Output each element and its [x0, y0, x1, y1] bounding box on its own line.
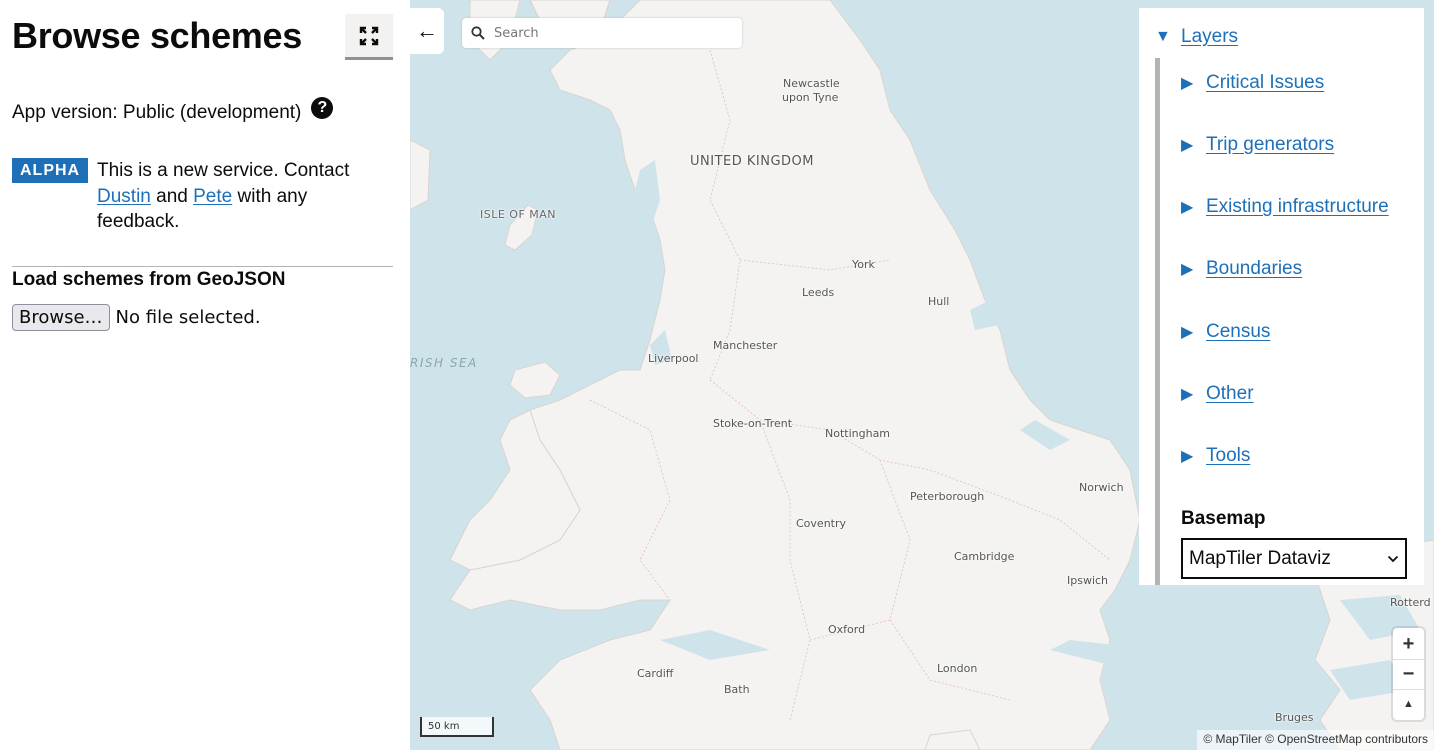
scale-bar: 50 km	[420, 717, 494, 737]
layer-label: Other	[1206, 383, 1254, 404]
layers-title: Layers	[1181, 26, 1239, 47]
file-status: No file selected.	[115, 307, 261, 328]
place-liverpool: Liverpool	[648, 352, 699, 365]
triangle-right-icon: ▶	[1181, 448, 1194, 465]
search-icon	[471, 26, 485, 40]
sidebar-panel: Browse schemes App version: Public (deve…	[0, 0, 410, 750]
map-attribution: © MapTiler © OpenStreetMap contributors	[1197, 730, 1434, 752]
basemap-selected-value: MapTiler Dataviz	[1189, 547, 1331, 569]
layer-trip-generators[interactable]: ▶ Trip generators	[1181, 134, 1334, 156]
place-newcastle-2: upon Tyne	[782, 91, 839, 104]
zoom-out-button[interactable]: −	[1393, 659, 1424, 689]
layers-indent-border	[1155, 58, 1160, 585]
place-newcastle-1: Newcastle	[783, 77, 840, 90]
phase-banner-text: This is a new service. Contact Dustin an…	[97, 158, 367, 235]
place-rotterdam: Rotterd	[1390, 596, 1431, 609]
fullscreen-button[interactable]	[345, 14, 393, 60]
layer-label: Trip generators	[1206, 134, 1335, 155]
app-version: App version: Public (development) ?	[12, 97, 334, 125]
place-stoke-on-trent: Stoke-on-Trent	[713, 417, 793, 430]
section-divider	[12, 266, 393, 267]
back-button[interactable]: ←	[410, 8, 444, 54]
layer-census[interactable]: ▶ Census	[1181, 321, 1270, 343]
layer-other[interactable]: ▶ Other	[1181, 383, 1254, 405]
compass-icon: ▲	[1403, 698, 1414, 710]
fullscreen-icon	[359, 26, 379, 45]
place-irish-sea: RISH SEA	[410, 356, 478, 370]
place-peterborough: Peterborough	[910, 490, 985, 503]
triangle-right-icon: ▶	[1181, 137, 1194, 154]
page-title: Browse schemes	[12, 15, 302, 56]
layer-label: Census	[1206, 321, 1271, 342]
triangle-right-icon: ▶	[1181, 386, 1194, 403]
place-london: London	[937, 662, 978, 675]
layer-label: Existing infrastructure	[1206, 196, 1389, 217]
place-york: York	[852, 258, 875, 271]
search-input[interactable]	[492, 24, 736, 42]
place-leeds: Leeds	[802, 286, 835, 299]
triangle-right-icon: ▶	[1181, 199, 1194, 216]
triangle-down-icon: ▼	[1155, 28, 1171, 45]
compass-button[interactable]: ▲	[1393, 689, 1424, 719]
layer-label: Critical Issues	[1206, 72, 1325, 93]
zoom-controls: + − ▲	[1393, 628, 1424, 720]
chevron-down-icon	[1387, 555, 1399, 562]
app-version-text: App version: Public (development)	[12, 102, 302, 123]
triangle-right-icon: ▶	[1181, 75, 1194, 92]
search-box[interactable]	[462, 18, 742, 48]
basemap-select[interactable]: MapTiler Dataviz	[1181, 538, 1407, 579]
layers-toggle[interactable]: ▼ Layers	[1155, 26, 1238, 48]
place-ipswich: Ipswich	[1067, 574, 1109, 587]
triangle-right-icon: ▶	[1181, 261, 1194, 278]
place-cambridge: Cambridge	[954, 550, 1015, 563]
contact-pete-link[interactable]: Pete	[193, 186, 232, 207]
zoom-in-button[interactable]: +	[1393, 629, 1424, 659]
place-coventry: Coventry	[796, 517, 847, 530]
browse-button[interactable]: Browse…	[12, 304, 110, 331]
contact-dustin-link[interactable]: Dustin	[97, 186, 151, 207]
place-nottingham: Nottingham	[825, 427, 891, 440]
file-input[interactable]: Browse… No file selected.	[12, 304, 261, 331]
layer-existing-infrastructure[interactable]: ▶ Existing infrastructure	[1181, 196, 1389, 218]
place-bruges: Bruges	[1275, 711, 1314, 724]
layer-critical-issues[interactable]: ▶ Critical Issues	[1181, 72, 1324, 94]
place-cardiff: Cardiff	[637, 667, 674, 680]
phase-text-before: This is a new service. Contact	[97, 160, 350, 181]
place-united-kingdom: UNITED KINGDOM	[690, 154, 814, 169]
triangle-right-icon: ▶	[1181, 324, 1194, 341]
place-isle-of-man: ISLE OF MAN	[480, 208, 557, 221]
load-geojson-heading: Load schemes from GeoJSON	[12, 269, 286, 290]
layer-boundaries[interactable]: ▶ Boundaries	[1181, 258, 1302, 280]
help-icon[interactable]: ?	[311, 97, 334, 119]
layer-label: Boundaries	[1206, 258, 1303, 279]
layers-panel: ▼ Layers ▶ Critical Issues ▶ Trip genera…	[1139, 8, 1424, 585]
place-manchester: Manchester	[713, 339, 778, 352]
arrow-left-icon: ←	[416, 18, 438, 43]
place-hull: Hull	[928, 295, 950, 308]
phase-text-and: and	[156, 185, 188, 207]
layer-label: Tools	[1206, 445, 1251, 466]
place-bath: Bath	[724, 683, 750, 696]
place-norwich: Norwich	[1079, 481, 1124, 494]
layer-tools[interactable]: ▶ Tools	[1181, 445, 1250, 467]
basemap-label: Basemap	[1181, 508, 1266, 529]
alpha-tag: ALPHA	[12, 158, 89, 183]
place-oxford: Oxford	[828, 623, 866, 636]
